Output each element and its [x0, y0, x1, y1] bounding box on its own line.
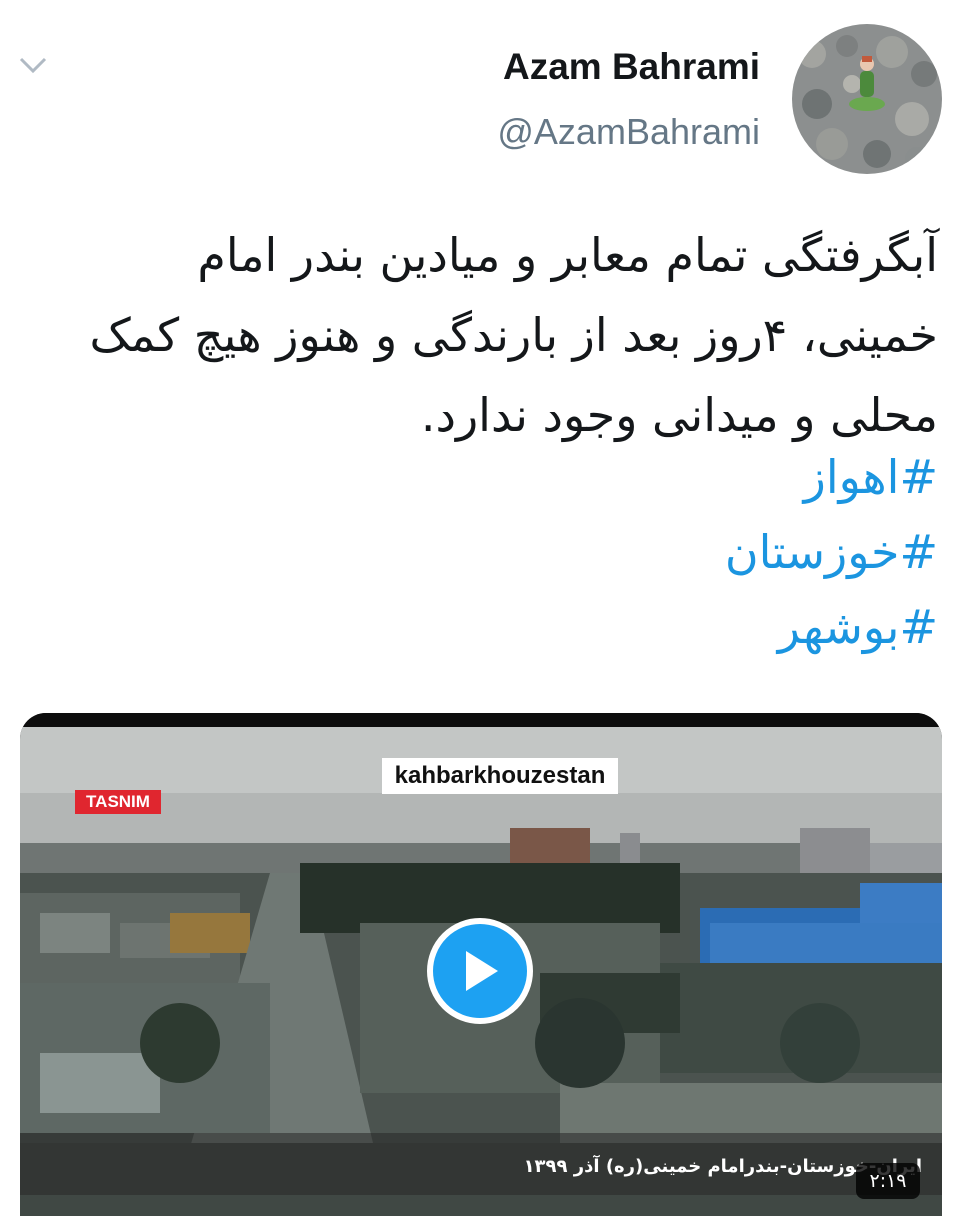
play-icon [466, 951, 498, 991]
hashtag-link[interactable]: #اهواز [58, 440, 938, 515]
chevron-down-icon [19, 57, 47, 74]
video-duration-badge: ۲:۱۹ [856, 1163, 920, 1199]
hashtag-link[interactable]: #خوزستان [58, 515, 938, 590]
author-info: Azam Bahrami @AzamBahrami [497, 42, 760, 157]
avatar[interactable] [792, 24, 942, 174]
tweet-text: آبگرفتگی تمام معابر و میادین بندر امام خ… [89, 228, 938, 442]
video-player[interactable]: kahbarkhouzestan TASNIM ایران-خوزستان-بن… [20, 713, 942, 1216]
hashtag-link[interactable]: #بوشهر [58, 590, 938, 665]
hashtag-list: #اهواز #خوزستان #بوشهر [58, 440, 938, 665]
more-options-button[interactable] [14, 48, 52, 82]
author-handle[interactable]: @AzamBahrami [497, 107, 760, 157]
avatar-image [792, 24, 942, 174]
play-button[interactable] [427, 918, 533, 1024]
video-watermark: kahbarkhouzestan [382, 758, 618, 794]
channel-logo: TASNIM [75, 790, 161, 814]
author-display-name[interactable]: Azam Bahrami [497, 42, 760, 92]
